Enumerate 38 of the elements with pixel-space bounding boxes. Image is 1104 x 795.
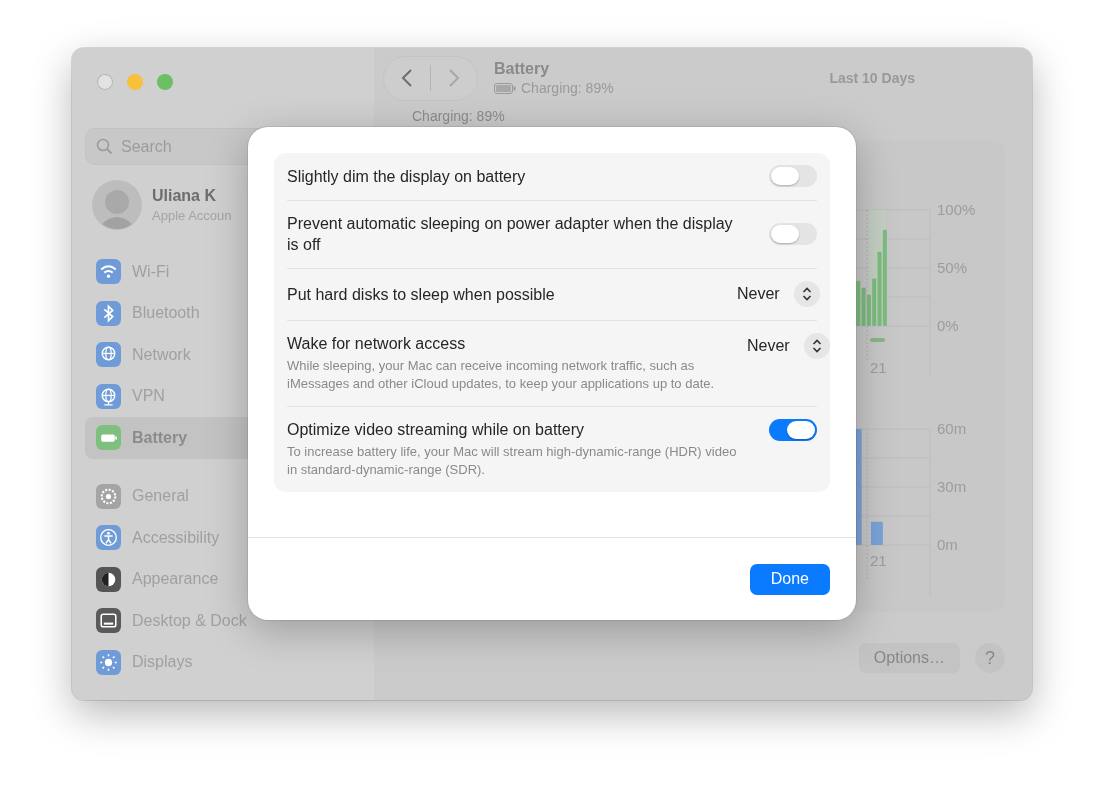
chevron-left-icon <box>401 68 413 88</box>
help-button[interactable]: ? <box>975 643 1005 673</box>
globe-icon <box>96 383 121 409</box>
page-title: Battery <box>494 60 551 78</box>
bar <box>870 521 883 545</box>
popup-button[interactable]: Never <box>747 333 834 359</box>
battery-icon <box>96 425 121 451</box>
popup-button[interactable]: Never <box>737 281 824 307</box>
minimize-button[interactable] <box>127 74 143 90</box>
bluetooth-icon <box>96 300 121 326</box>
charging-status: Charging: 89% <box>412 108 505 124</box>
dock-icon <box>96 608 121 634</box>
contrast-icon <box>96 566 121 592</box>
wifi-icon <box>96 259 121 285</box>
sun-icon <box>96 649 121 675</box>
avatar[interactable] <box>92 180 142 230</box>
close-button[interactable] <box>97 74 113 90</box>
battery-icon <box>494 82 516 94</box>
gear-icon <box>96 483 121 509</box>
zoom-button[interactable] <box>157 74 173 90</box>
setting-label: Prevent automatic sleeping on power adapter when the display is off <box>287 214 734 255</box>
setting-description: While sleeping, your Mac can receive incoming network traffic, such as iMessages and other iCloud updates, to keep your applications up to date. <box>287 357 716 393</box>
chevron-right-icon <box>448 68 460 88</box>
done-button[interactable]: Done <box>749 563 830 595</box>
charging-indicator <box>870 338 885 342</box>
options-button[interactable]: Options… <box>858 643 960 673</box>
setting-label: Wake for network access <box>287 334 467 354</box>
toggle-switch[interactable] <box>769 419 817 441</box>
accessibility-icon <box>96 525 121 551</box>
toggle-switch[interactable] <box>769 223 817 245</box>
toggle-switch[interactable] <box>769 165 817 187</box>
setting-label: Slightly dim the display on battery <box>287 166 527 187</box>
search-icon <box>96 138 113 155</box>
globe-icon <box>96 342 121 368</box>
account-name: Uliana K <box>152 187 217 205</box>
setting-label: Put hard disks to sleep when possible <box>287 284 556 305</box>
chevron-updown-icon <box>803 333 830 359</box>
chevron-updown-icon <box>793 281 820 307</box>
